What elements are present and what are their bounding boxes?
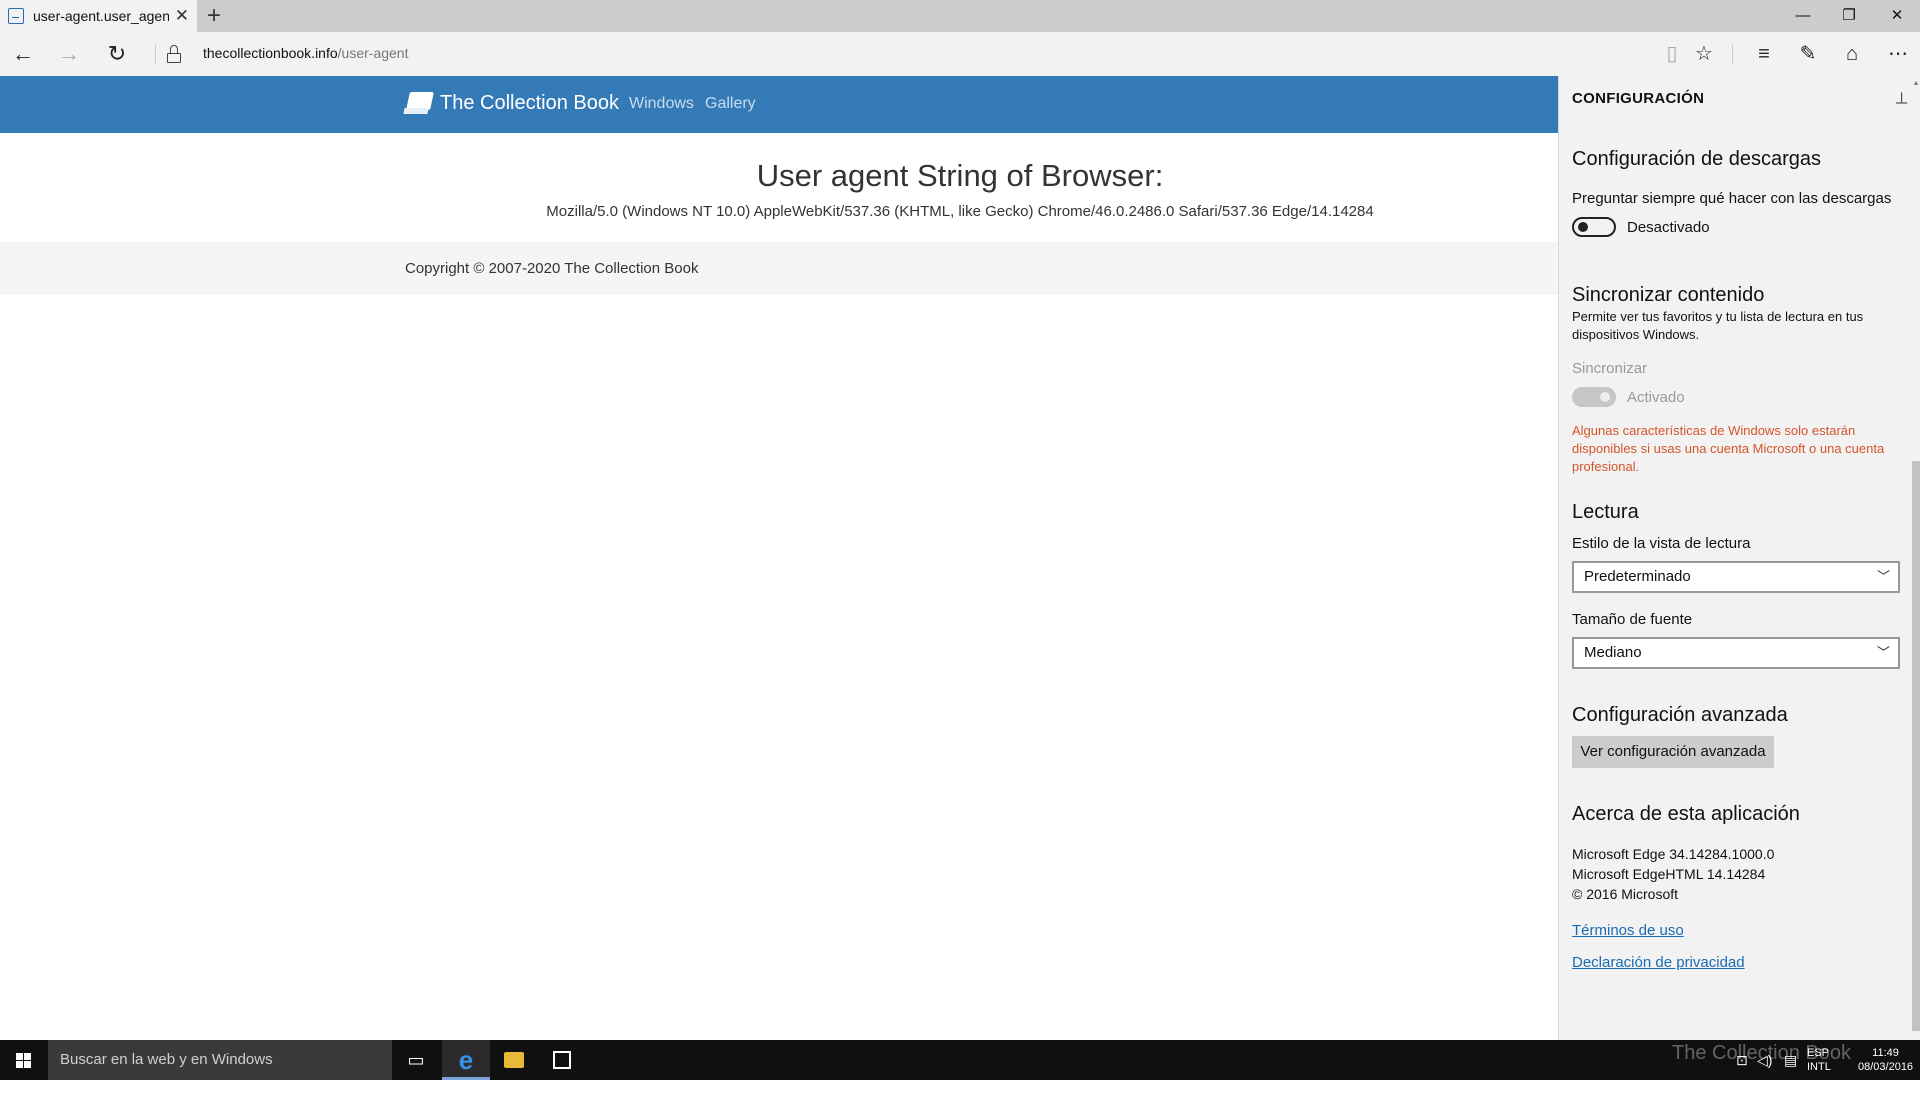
chevron-down-icon: ﹀: [1876, 645, 1890, 660]
brand-name: The Collection Book: [440, 91, 619, 114]
sync-label: Sincronizar: [1572, 360, 1648, 377]
reading-style-label: Estilo de la vista de lectura: [1572, 535, 1751, 552]
more-icon[interactable]: ⋯: [1876, 32, 1920, 76]
divider: [155, 44, 156, 64]
advanced-heading: Configuración avanzada: [1572, 704, 1788, 726]
reading-heading: Lectura: [1572, 501, 1639, 523]
refresh-icon[interactable]: ↻: [94, 32, 140, 76]
back-icon[interactable]: ←: [0, 32, 46, 76]
forward-icon[interactable]: →: [46, 32, 92, 76]
nav-link-windows[interactable]: Windows: [629, 95, 694, 113]
browser-tab[interactable]: user-agent.user_agent - ✕: [0, 0, 197, 32]
terms-link[interactable]: Términos de uso: [1572, 922, 1684, 939]
store-icon[interactable]: [538, 1040, 586, 1080]
sync-toggle[interactable]: [1572, 387, 1616, 407]
share-icon[interactable]: ⌂: [1830, 32, 1874, 76]
web-note-icon[interactable]: ✎: [1786, 32, 1830, 76]
url-field[interactable]: thecollectionbook.info/user-agent: [203, 45, 408, 61]
sync-heading: Sincronizar contenido: [1572, 284, 1765, 306]
hub-icon[interactable]: ≡: [1742, 32, 1786, 76]
edge-taskbar-icon[interactable]: e: [442, 1040, 490, 1080]
page-favicon-icon: [8, 8, 24, 24]
pin-icon[interactable]: ⊣: [1891, 91, 1911, 105]
windows-logo-icon: [16, 1053, 32, 1068]
font-size-label: Tamaño de fuente: [1572, 611, 1693, 628]
microsoft-copyright: © 2016 Microsoft: [1572, 886, 1679, 902]
watermark-text: The Collection Book: [1672, 1042, 1851, 1064]
clock[interactable]: 11:49 08/03/2016: [1858, 1046, 1913, 1086]
restore-icon[interactable]: ❐: [1826, 0, 1872, 32]
favorite-star-icon[interactable]: ☆: [1682, 32, 1726, 76]
copyright-text: Copyright © 2007-2020 The Collection Boo…: [405, 260, 699, 277]
start-button[interactable]: [0, 1040, 48, 1080]
edgehtml-version: Microsoft EdgeHTML 14.14284: [1572, 866, 1766, 882]
font-size-select[interactable]: Mediano ﹀: [1572, 637, 1900, 669]
site-header: The Collection Book Windows Gallery: [0, 76, 1558, 133]
search-placeholder: Buscar en la web y en Windows: [60, 1051, 273, 1068]
scroll-up-icon[interactable]: ▲: [1912, 80, 1920, 90]
file-explorer-icon[interactable]: [490, 1040, 538, 1080]
sync-warning: Algunas características de Windows solo …: [1572, 423, 1885, 474]
reading-style-select[interactable]: Predeterminado ﹀: [1572, 561, 1900, 593]
page-content: User agent String of Browser:: [0, 158, 1558, 198]
close-tab-icon[interactable]: ✕: [175, 6, 189, 26]
address-bar: ← → ↻ thecollectionbook.info/user-agent …: [0, 32, 1920, 76]
task-view-icon[interactable]: ▭: [392, 1040, 440, 1080]
tab-title: user-agent.user_agent -: [33, 8, 169, 24]
taskbar: Buscar en la web y en Windows ▭ e ⊡ ◁) ▤…: [0, 1040, 1920, 1080]
downloads-toggle-state: Desactivado: [1627, 219, 1710, 236]
panel-title: CONFIGURACIÓN: [1572, 90, 1705, 107]
divider: [1732, 44, 1733, 64]
settings-panel: CONFIGURACIÓN ⊣ Configuración de descarg…: [1558, 76, 1920, 1040]
panel-scrollbar[interactable]: [1912, 461, 1920, 1031]
chevron-down-icon: ﹀: [1876, 569, 1890, 584]
sync-description: Permite ver tus favoritos y tu lista de …: [1572, 309, 1864, 342]
edge-version: Microsoft Edge 34.14284.1000.0: [1572, 846, 1775, 862]
downloads-ask-label: Preguntar siempre qué hacer con las desc…: [1572, 190, 1892, 207]
privacy-link[interactable]: Declaración de privacidad: [1572, 954, 1745, 971]
sync-toggle-state: Activado: [1627, 389, 1685, 406]
title-bar: user-agent.user_agent - ✕ + — ❐ ✕: [0, 0, 1920, 32]
brand-link[interactable]: The Collection Book: [403, 90, 619, 116]
book-logo-icon: [403, 90, 434, 116]
nav-link-gallery[interactable]: Gallery: [705, 95, 756, 113]
close-window-icon[interactable]: ✕: [1874, 0, 1920, 32]
minimize-icon[interactable]: —: [1780, 0, 1826, 32]
downloads-heading: Configuración de descargas: [1572, 148, 1822, 170]
new-tab-icon[interactable]: +: [207, 2, 221, 30]
taskbar-search[interactable]: Buscar en la web y en Windows: [48, 1040, 392, 1080]
about-heading: Acerca de esta aplicación: [1572, 803, 1800, 825]
downloads-ask-toggle[interactable]: [1572, 217, 1616, 237]
advanced-settings-button[interactable]: Ver configuración avanzada: [1572, 736, 1774, 768]
lock-icon: [167, 45, 181, 63]
site-footer: Copyright © 2007-2020 The Collection Boo…: [0, 242, 1558, 295]
